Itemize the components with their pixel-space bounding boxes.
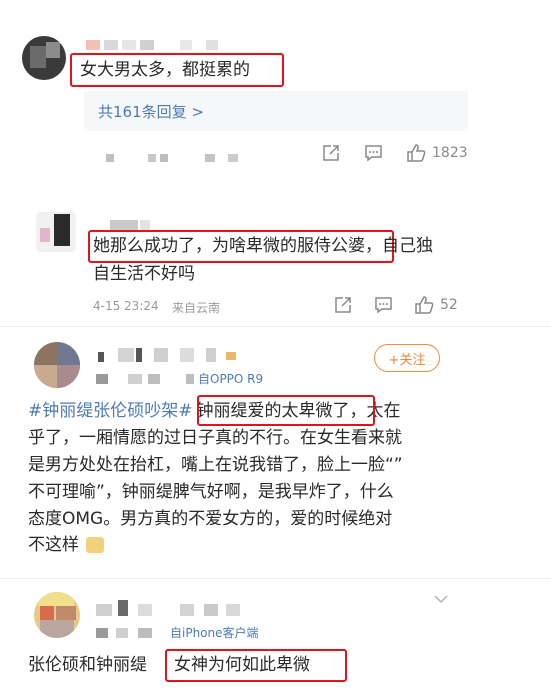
timestamp: 4-15 23:24 [93,299,159,313]
location: 来自云南 [172,301,221,315]
avatar[interactable] [34,592,80,638]
avatar[interactable] [22,36,66,80]
avatar[interactable] [36,212,76,252]
chevron-down-icon[interactable] [433,594,449,604]
share-icon [335,297,351,313]
share-icon [323,145,339,161]
device-source: 自OPPO R9 [198,372,264,386]
replies-link[interactable]: 共161条回复 > [98,101,204,122]
comment-button[interactable] [374,296,393,314]
post-text-line-5: 态度OMG。男方真的不爱女方的，爱的时候绝对 [28,509,393,529]
highlight-box [197,395,375,426]
divider [0,578,551,579]
post-text-line-2: 乎了，一厢情愿的过日子真的不行。在女生看来就 [28,428,402,448]
comment-icon [365,145,382,162]
divider [0,326,551,327]
post-text-line-6: 不这样 [28,532,105,559]
comment-text-line-1: 她那么成功了，为啥卑微的服侍公婆，自己独 [93,236,433,256]
post-text-plain: 张伦硕和钟丽缇 [28,655,147,675]
share-button[interactable] [334,296,352,314]
thumbs-up-icon [407,144,426,162]
like-button[interactable]: 1823 [406,143,468,163]
topic-hashtag[interactable]: #钟丽缇张伦硕吵架# [28,401,193,421]
follow-button[interactable]: +关注 [374,344,440,372]
emoji-icon [86,537,105,553]
comment-text-line-2: 自生活不好吗 [93,264,195,284]
post-text-highlight: 女神为何如此卑微 [174,655,310,675]
like-button[interactable]: 52 [414,295,458,315]
share-button[interactable] [322,144,340,162]
like-count: 52 [440,297,458,313]
comment-button[interactable] [364,144,383,162]
post-text-line-4: 不可理喻”，钟丽缇脾气好啊，是我早炸了，什么 [28,482,394,502]
post-text-line-3: 是男方处处在抬杠，嘴上在说我错了，脸上一脸“” [28,455,403,475]
thumbs-up-icon [415,296,434,314]
line-6-text: 不这样 [28,535,79,555]
device-source: 自iPhone客户端 [170,626,259,640]
avatar[interactable] [34,342,80,388]
comment-icon [375,297,392,314]
like-count: 1823 [432,145,468,161]
comment-text: 女大男太多，都挺累的 [80,60,250,80]
